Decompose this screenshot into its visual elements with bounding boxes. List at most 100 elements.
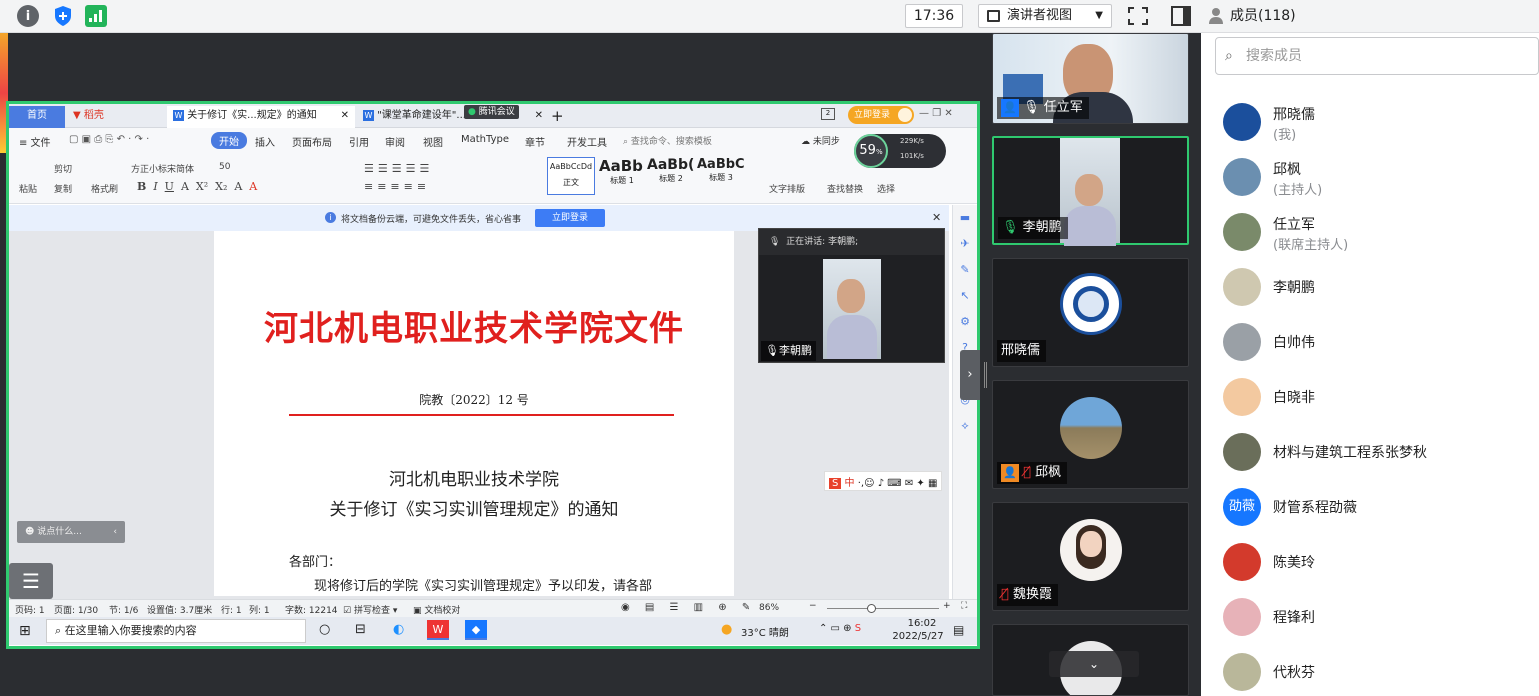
right-panel-icons[interactable]: ▬✈✎↖⚙?⌂◎⟡ [953,205,977,439]
info-icon[interactable]: i [17,5,39,27]
member-item[interactable]: 邢晓儒 (我) [1223,100,1523,146]
menu-page-layout[interactable]: 页面布局 [292,134,332,149]
italic-button[interactable]: I [153,180,157,193]
login-button[interactable]: 立即登录 [848,106,915,124]
video-tile-lichaopeng[interactable]: 🎙 李朝鹏 [992,136,1189,246]
presenter-view-dropdown[interactable]: 演讲者视图 ▼ [978,4,1112,28]
member-item[interactable]: 代秋芬 [1223,650,1523,696]
minimize-icon[interactable]: — [919,108,929,119]
zoom-slider[interactable] [827,608,939,609]
multitask-icon[interactable]: ⊟ [355,622,366,637]
document-page[interactable]: 河北机电职业技术学院文件 院教〔2022〕12 号 河北机电职业技术学院 关于修… [214,231,734,596]
collapse-video-panel-button[interactable]: › [960,350,980,400]
signal-icon[interactable] [85,5,107,27]
new-tab-icon[interactable]: + [551,106,571,128]
text-layout-button[interactable]: 文字排版 [769,182,805,195]
member-item[interactable]: 任立军 (联席主持人) [1223,210,1523,256]
spellcheck-button[interactable]: ☑ 拼写检查 ▾ [343,603,397,616]
menu-chapter[interactable]: 章节 [525,134,545,149]
fullscreen-icon[interactable]: ⛶ [961,601,967,611]
member-item[interactable]: 程锋利 [1223,595,1523,641]
font-family-select[interactable]: 方正小标宋简体 [131,162,209,175]
notice-login-button[interactable]: 立即登录 [535,209,605,227]
fullscreen-icon[interactable] [1127,6,1149,26]
avatar: 劭薇 [1223,488,1261,526]
menu-review[interactable]: 审阅 [385,134,405,149]
copy-button[interactable]: 复制 [54,182,72,195]
member-item[interactable]: 陈美玲 [1223,540,1523,586]
style-normal[interactable]: AaBbCcDd 正文 [547,157,595,195]
proofread-button[interactable]: ▣ 文档校对 [413,603,460,616]
ime-mode[interactable]: 中 [845,478,855,489]
member-item[interactable]: 李朝鹏 [1223,265,1523,311]
style-heading-2[interactable]: AaBb( 标题 2 [647,157,695,195]
member-item[interactable]: 劭薇 财管系程劭薇 [1223,485,1523,531]
chat-input[interactable]: ☻ 说点什么... ‹ [17,521,125,543]
window-controls: — ❐ ✕ [919,108,953,119]
tab-document-2[interactable]: W "课堂革命建设年"... ✕ [357,106,549,128]
windows-start-icon[interactable]: ⊞ [19,623,31,639]
member-item[interactable]: 白晓非 [1223,375,1523,421]
list-icon[interactable]: ☰ [9,563,53,599]
menu-mathtype[interactable]: MathType [461,134,509,145]
tencent-meeting-app-icon[interactable]: ◆ [465,620,487,640]
task-view-icon[interactable]: ○ [319,622,330,637]
command-search[interactable]: ⌕ 查找命令、搜索模板 [623,134,712,147]
wps-app-icon[interactable]: W [427,620,449,640]
member-item[interactable]: 白帅伟 [1223,320,1523,366]
video-tile-qiufeng[interactable]: 👤 🎙̸ 邱枫 [992,380,1189,489]
tab-docer[interactable]: ▼ 稻壳 [67,106,159,128]
video-tile-6[interactable]: ⌄ [992,624,1189,696]
zoom-level[interactable]: 86% [759,603,779,613]
menu-developer[interactable]: 开发工具 [567,134,607,149]
zoom-out-icon[interactable]: − [809,601,817,611]
paste-button[interactable]: 粘贴 [19,182,37,195]
floating-speaker-video[interactable]: 🎙 正在讲话: 李朝鹏; 🎙李朝鹏 [758,228,945,363]
sync-status[interactable]: ☁ 未同步 [801,134,840,147]
video-tile-renlijun[interactable]: 👤 🎙 任立军 [992,33,1189,124]
tray-icons[interactable]: ⌃ ▭ ⊕ S [819,623,861,634]
shield-icon[interactable] [52,5,74,27]
underline-button[interactable]: U [165,180,174,193]
chat-input-placeholder: 说点什么... [37,527,82,537]
tab-home[interactable]: 首页 [9,106,65,128]
format-painter-button[interactable]: 格式刷 [91,182,118,195]
menu-view[interactable]: 视图 [423,134,443,149]
font-color-button[interactable]: A [249,180,257,193]
resize-handle[interactable] [984,362,987,388]
wps-doc-icon: W [173,110,184,121]
member-search-input[interactable]: ⌕ 搜索成员 [1215,37,1539,75]
select-button[interactable]: 选择 [877,182,895,195]
video-tile-xingxiaoru[interactable]: 邢晓儒 [992,258,1189,367]
bold-button[interactable]: B [137,180,146,193]
style-heading-1[interactable]: AaBb 标题 1 [599,157,645,195]
menu-insert[interactable]: 插入 [255,134,275,149]
tab-document-active[interactable]: W 关于修订《实...规定》的通知 ✕ [167,106,355,128]
browser-icon[interactable]: ◐ [393,622,404,637]
restore-icon[interactable]: ❐ [932,108,941,119]
close-icon[interactable]: ✕ [932,211,941,224]
zoom-slider-handle[interactable] [867,604,876,613]
scroll-down-button[interactable]: ⌄ [1049,651,1139,677]
menu-file[interactable]: ≡ 文件 [19,134,51,149]
cut-button[interactable]: 剪切 [54,162,72,175]
find-replace-button[interactable]: 查找替换 [827,182,863,195]
notification-icon[interactable]: ▤ [953,623,964,637]
menu-references[interactable]: 引用 [349,134,369,149]
zoom-in-icon[interactable]: + [943,601,951,611]
window-count-icon[interactable]: 2 [821,108,835,120]
font-size-select[interactable]: 50 [219,162,230,172]
view-mode-icons[interactable]: ◉ ▤ ☰ ▥ ⊕ ✎ [621,602,756,613]
avatar [1060,519,1122,581]
video-tile-weihuanxia[interactable]: 🎙̸ 魏换霞 [992,502,1189,611]
sidebar-toggle-icon[interactable] [1170,5,1192,27]
close-tab-icon[interactable]: ✕ [535,106,543,126]
menu-start[interactable]: 开始 [211,132,247,149]
member-item[interactable]: 邱枫 (主持人) [1223,155,1523,201]
close-tab-icon[interactable]: ✕ [341,106,349,126]
taskbar-search[interactable]: ⌕ 在这里输入你要搜索的内容 [46,619,306,643]
collapse-icon[interactable]: ‹ [113,521,117,543]
member-item[interactable]: 材料与建筑工程系张梦秋 [1223,430,1523,476]
close-icon[interactable]: ✕ [944,108,952,119]
style-heading-3[interactable]: AaBbC 标题 3 [697,157,745,195]
